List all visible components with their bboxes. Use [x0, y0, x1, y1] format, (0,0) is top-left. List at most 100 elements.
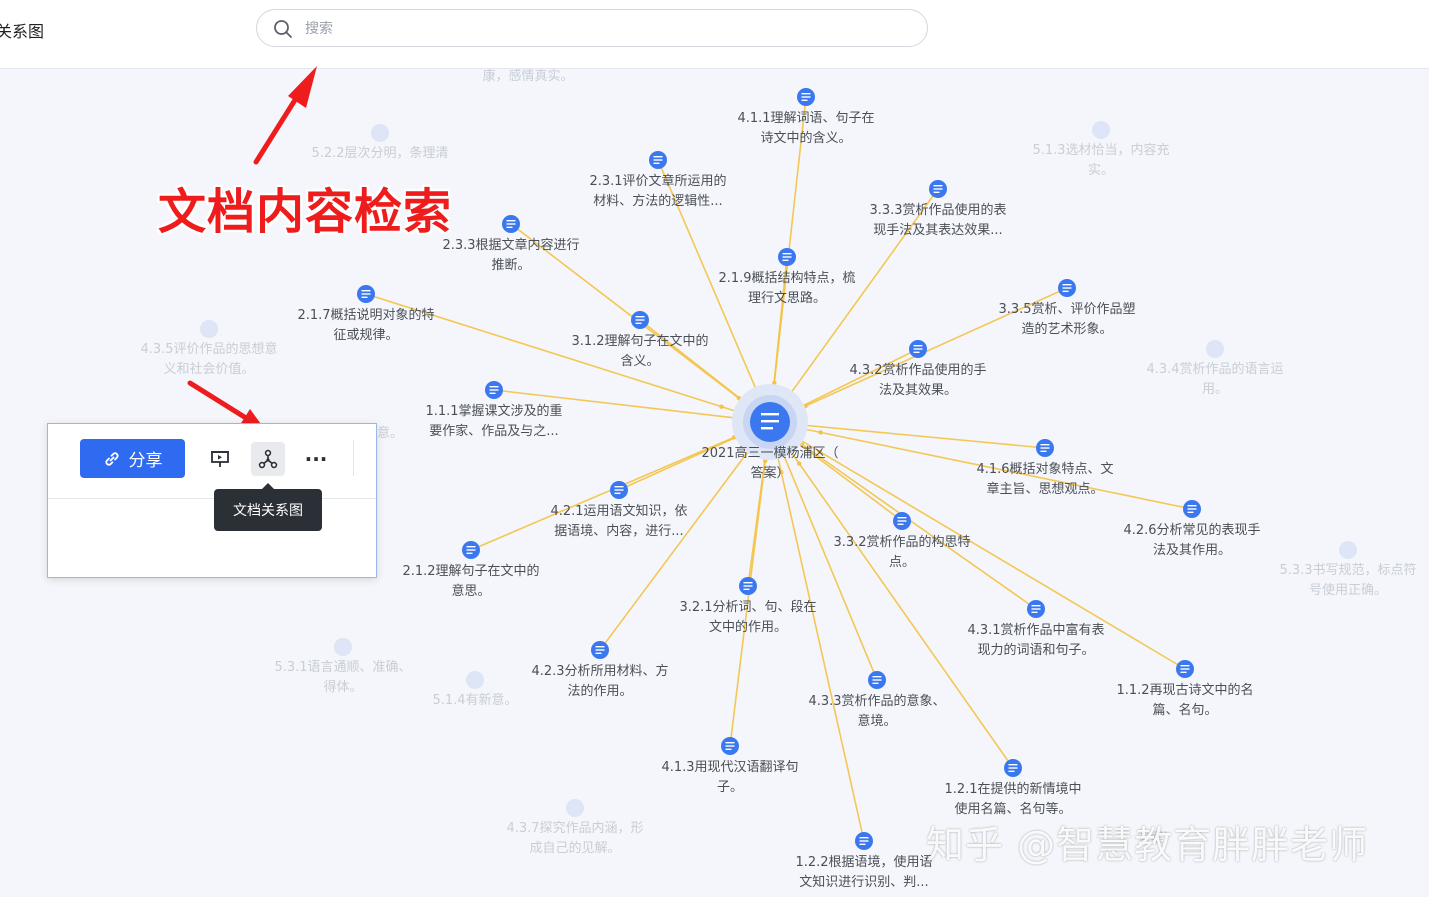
graph-node-label: 2.1.9概括结构特点，梳	[718, 271, 855, 286]
graph-node-label: 章主旨、思想观点。	[986, 481, 1103, 497]
faded-node-label: 用。	[1202, 382, 1228, 397]
graph-node-label: 2.3.3根据文章内容进行	[442, 237, 579, 253]
graph-node-4-1-3[interactable]: 4.1.3用现代汉语翻译句子。	[661, 737, 799, 795]
graph-node-1-1-1[interactable]: 1.1.1掌握课文涉及的重要作家、作品及与之...	[425, 381, 563, 439]
faded-node-dot	[200, 320, 218, 338]
faded-node: 4.3.4赏析作品的语言运用。	[1146, 340, 1284, 397]
faded-node: 4.3.7探究作品内涵，形成自己的见解。	[506, 799, 644, 856]
graph-node-4-2-6[interactable]: 4.2.6分析常见的表现手法及其作用。	[1123, 500, 1261, 558]
graph-node-label: 法及其效果。	[879, 383, 957, 398]
graph-node-2-1-2[interactable]: 2.1.2理解句子在文中的意思。	[402, 541, 540, 599]
graph-node-1-2-1[interactable]: 1.2.1在提供的新情境中使用名篇、名句等。	[944, 759, 1082, 817]
graph-node-label: 2.1.2理解句子在文中的	[402, 563, 539, 579]
faded-node: 4.3.5评价作品的思想意义和社会价值。	[140, 320, 278, 377]
graph-node-label: 造的艺术形象。	[1021, 321, 1112, 337]
faded-node-label: 5.2.2层次分明，条理清	[311, 145, 448, 161]
graph-node-label: 意境。	[857, 713, 896, 729]
graph-node-label: 3.3.3赏析作品使用的表	[869, 202, 1006, 218]
annotation-text: 文档内容检索	[158, 184, 453, 240]
graph-node-4-1-1[interactable]: 4.1.1理解词语、句子在诗文中的含义。	[737, 88, 875, 146]
toolbar-popup: 分享 ··· 文档关系图	[47, 423, 377, 578]
graph-node-label: 征或规律。	[333, 328, 398, 343]
graph-node-label: 2.1.7概括说明对象的特	[297, 307, 434, 323]
more-icon: ···	[304, 447, 328, 471]
graph-node-label: 4.2.6分析常见的表现手	[1123, 522, 1260, 538]
faded-node: 5.3.3书写规范，标点符号使用正确。	[1279, 541, 1417, 598]
graph-node-label: 1.1.2再现古诗文中的名	[1116, 682, 1253, 698]
graph-node-label: 4.3.1赏析作品中富有表	[967, 622, 1104, 638]
graph-node-1-1-2[interactable]: 1.1.2再现古诗文中的名篇、名句。	[1116, 660, 1254, 718]
faded-node-dot	[1339, 541, 1357, 559]
faded-node-label: 实。	[1088, 163, 1114, 178]
search-input[interactable]	[303, 17, 907, 41]
graph-node-2-1-9[interactable]: 2.1.9概括结构特点，梳理行文思路。	[718, 248, 856, 306]
presentation-button[interactable]	[203, 442, 237, 476]
faded-node-label: 5.3.3书写规范，标点符	[1279, 562, 1416, 578]
share-button[interactable]: 分享	[80, 439, 185, 478]
faded-node-label: 义和社会价值。	[163, 361, 254, 377]
faded-node-label: 号使用正确。	[1309, 582, 1387, 598]
graph-node-label: 1.1.1掌握课文涉及的重	[425, 403, 562, 419]
faded-node-label: 意。	[377, 425, 403, 441]
faded-node: 5.3.1语言通顺、准确、得体。	[274, 638, 412, 695]
graph-node-4-1-6[interactable]: 4.1.6概括对象特点、文章主旨、思想观点。	[976, 439, 1114, 497]
edge-arrow	[796, 461, 802, 466]
graph-node-label: 理行文思路。	[748, 290, 826, 306]
graph-node-label: 点。	[889, 555, 915, 570]
more-button[interactable]: ···	[299, 442, 333, 476]
graph-node-label: 4.3.3赏析作品的意象、	[808, 693, 945, 709]
faded-node-label: 5.1.4有新意。	[432, 692, 517, 708]
faded-node-dot	[466, 671, 484, 689]
graph-node-label: 4.1.1理解词语、句子在	[737, 111, 874, 126]
graph-node-4-2-3[interactable]: 4.2.3分析所用材料、方法的作用。	[531, 641, 669, 699]
graph-node-label: 诗文中的含义。	[760, 130, 851, 146]
relationship-graph-button[interactable]	[251, 442, 285, 476]
graph-node-3-3-5[interactable]: 3.3.5赏析、评价作品塑造的艺术形象。	[998, 279, 1136, 337]
page-title: 关系图	[0, 22, 45, 41]
faded-node-dot	[334, 638, 352, 656]
graph-node-3-2-1[interactable]: 3.2.1分析词、句、段在文中的作用。	[679, 577, 817, 635]
graph-node-label: 4.1.6概括对象特点、文	[976, 462, 1113, 477]
graph-node-1-2-2[interactable]: 1.2.2根据语境，使用语文知识进行识别、判...	[795, 832, 933, 890]
graph-icon	[258, 449, 278, 469]
faded-node: 5.1.3选材恰当，内容充实。	[1032, 121, 1170, 178]
graph-node-label: 文中的作用。	[709, 619, 787, 635]
tooltip: 文档关系图	[214, 483, 322, 531]
faded-node-label: 成自己的见解。	[529, 840, 620, 856]
center-node-label-line1: 2021高三一模杨浦区（	[701, 445, 838, 461]
faded-node: 意。	[377, 425, 403, 441]
graph-node-label: 推断。	[491, 258, 530, 273]
graph-node-label: 法及其作用。	[1153, 543, 1231, 558]
graph-node-label: 篇、名句。	[1152, 702, 1217, 718]
faded-node-dot	[371, 124, 389, 142]
faded-node-dot	[566, 799, 584, 817]
graph-node-label: 文知识进行识别、判...	[799, 874, 928, 890]
faded-node: 5.2.2层次分明，条理清	[311, 124, 449, 161]
top-bar: 关系图	[0, 0, 1429, 69]
graph-node-2-3-1[interactable]: 2.3.1评价文章所运用的材料、方法的逻辑性...	[589, 151, 727, 209]
graph-node-3-3-2[interactable]: 3.3.2赏析作品的构思特点。	[833, 512, 971, 570]
search-box[interactable]	[256, 9, 928, 47]
graph-node-4-2-1[interactable]: 4.2.1运用语文知识，依据语境、内容，进行...	[550, 481, 688, 539]
graph-node-4-3-2[interactable]: 4.3.2赏析作品使用的手法及其效果。	[849, 340, 987, 398]
graph-node-label: 4.1.3用现代汉语翻译句	[661, 760, 798, 775]
graph-node-2-1-7[interactable]: 2.1.7概括说明对象的特征或规律。	[297, 285, 435, 343]
graph-node-label: 意思。	[451, 583, 490, 599]
graph-node-2-3-3[interactable]: 2.3.3根据文章内容进行推断。	[442, 215, 580, 273]
center-node-label-line2: 答案）	[750, 465, 789, 481]
graph-node-label: 4.3.2赏析作品使用的手	[849, 362, 986, 378]
faded-node-label: 4.3.7探究作品内涵，形	[506, 820, 643, 836]
toolbar-divider	[353, 440, 354, 476]
graph-node-3-3-3[interactable]: 3.3.3赏析作品使用的表现手法及其表达效果...	[869, 180, 1007, 238]
graph-node-label: 要作家、作品及与之...	[429, 423, 558, 439]
graph-node-label: 材料、方法的逻辑性...	[593, 193, 722, 209]
graph-edge	[769, 421, 1046, 449]
graph-node-4-3-3[interactable]: 4.3.3赏析作品的意象、意境。	[808, 671, 946, 729]
popup-divider	[48, 498, 376, 499]
graph-node-label: 据语境、内容，进行...	[554, 523, 683, 539]
graph-node-label: 1.2.2根据语境，使用语	[795, 854, 932, 870]
presentation-icon	[211, 451, 229, 467]
faded-node-label: 4.3.4赏析作品的语言运	[1146, 361, 1283, 377]
faded-node: 5.1.4有新意。	[432, 671, 518, 708]
graph-node-label: 现力的词语和句子。	[977, 642, 1094, 658]
